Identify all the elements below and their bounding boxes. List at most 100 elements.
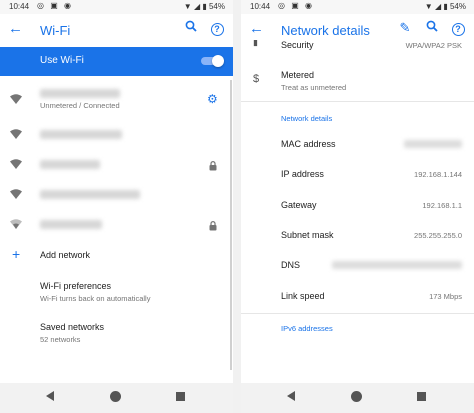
wifi-status-icon: ▼ (183, 2, 192, 11)
toggle-thumb (212, 55, 224, 67)
network-item[interactable] (0, 210, 233, 242)
wifi-signal-icon (10, 189, 22, 199)
panel-divider (233, 0, 241, 413)
link-speed-label: Link speed (281, 291, 325, 301)
search-icon[interactable] (423, 20, 441, 35)
nav-recents-icon[interactable] (417, 392, 426, 401)
nav-recents-icon[interactable] (176, 392, 185, 401)
mac-address-label: MAC address (281, 139, 336, 149)
saved-networks-item[interactable]: Saved networks 52 networks (40, 322, 104, 344)
link-speed-row: Link speed 173 Mbps (241, 286, 474, 306)
dollar-icon: $ (253, 73, 260, 85)
network-item[interactable] (0, 180, 233, 212)
wifi-signal-icon (10, 94, 22, 104)
lock-icon (209, 158, 217, 176)
status-time: 10:44 (250, 2, 271, 11)
nav-back-icon[interactable] (46, 391, 54, 401)
use-wifi-row[interactable]: Use Wi-Fi (0, 47, 233, 76)
network-details-screen: 10:44 ◎ ▣ ◉ ▼ ◢ ▮ 54% ← Network details … (241, 0, 474, 413)
notification-icons: ◎ ▣ ◉ (37, 1, 73, 10)
help-icon[interactable]: ? (208, 20, 226, 36)
back-arrow-icon[interactable]: ← (249, 20, 264, 37)
battery-icon: ▮ (202, 2, 207, 11)
gear-icon[interactable]: ⚙ (207, 92, 218, 106)
page-title: Wi-Fi (40, 23, 71, 38)
ip-address-label: IP address (281, 169, 324, 179)
status-bar: 10:44 ◎ ▣ ◉ ▼ ◢ ▮ 54% (241, 0, 474, 14)
lock-icon (209, 218, 217, 236)
scrollbar[interactable] (230, 80, 232, 370)
wifi-settings-screen: 10:44 ◎ ▣ ◉ ▼ ◢ ▮ 54% ← Wi-Fi ? Use Wi-F… (0, 0, 233, 413)
metered-subtitle: Treat as unmetered (281, 83, 347, 92)
subnet-mask-value: 255.255.255.0 (414, 231, 462, 240)
saved-networks-title: Saved networks (40, 322, 105, 332)
dns-row: DNS (241, 255, 474, 275)
nav-home-icon[interactable] (110, 391, 121, 402)
network-name-redacted (40, 190, 140, 199)
add-network-row[interactable]: + Add network (0, 246, 233, 266)
battery-icon: ▮ (443, 2, 448, 11)
use-wifi-label: Use Wi-Fi (40, 55, 84, 66)
section-ipv6-addresses: IPv6 addresses (281, 324, 333, 333)
section-network-details: Network details (281, 114, 333, 123)
network-name-redacted (40, 220, 102, 229)
dns-label: DNS (281, 260, 301, 270)
wifi-signal-icon (10, 159, 22, 169)
gateway-label: Gateway (281, 200, 317, 210)
wifi-preferences-subtitle: Wi-Fi turns back on automatically (40, 294, 151, 303)
navigation-bar (0, 383, 233, 413)
help-icon[interactable]: ? (449, 20, 467, 36)
status-time: 10:44 (9, 2, 30, 11)
saved-networks-subtitle: 52 networks (40, 335, 81, 344)
search-icon[interactable] (182, 20, 200, 35)
battery-level: 54% (208, 2, 225, 11)
status-right: ▼ ◢ ▮ 54% (184, 2, 225, 11)
wifi-signal-icon (10, 129, 22, 139)
link-speed-value: 173 Mbps (429, 292, 462, 301)
lock-icon: ▮ (253, 40, 258, 47)
add-network-label: Add network (40, 250, 91, 260)
status-right: ▼ ◢ ▮ 54% (425, 2, 466, 11)
security-label: Security (281, 40, 314, 50)
metered-label: Metered (281, 70, 315, 80)
subnet-mask-row: Subnet mask 255.255.255.0 (241, 225, 474, 245)
status-bar: 10:44 ◎ ▣ ◉ ▼ ◢ ▮ 54% (0, 0, 233, 14)
ip-address-value: 192.168.1.144 (414, 170, 462, 179)
mac-address-redacted (404, 140, 462, 148)
section-divider (241, 313, 474, 314)
app-bar: ← Wi-Fi ? (0, 14, 233, 47)
nav-home-icon[interactable] (351, 391, 362, 402)
network-name-redacted (40, 160, 100, 169)
network-name-redacted (40, 89, 120, 98)
gateway-value: 192.168.1.1 (422, 201, 462, 210)
dns-value-redacted (332, 261, 462, 269)
use-wifi-toggle[interactable] (201, 55, 224, 67)
wifi-preferences-item[interactable]: Wi-Fi preferences Wi-Fi turns back on au… (40, 281, 150, 303)
nav-back-icon[interactable] (287, 391, 295, 401)
network-item[interactable] (0, 150, 233, 182)
battery-level: 54% (449, 2, 466, 11)
mac-address-row: MAC address (241, 134, 474, 154)
ip-address-row: IP address 192.168.1.144 (241, 164, 474, 184)
security-row: ▮ Security WPA/WPA2 PSK (241, 40, 474, 52)
signal-icon: ◢ (434, 2, 442, 11)
security-value: WPA/WPA2 PSK (405, 41, 462, 50)
signal-icon: ◢ (193, 2, 201, 11)
section-divider (241, 101, 474, 102)
network-item[interactable] (0, 120, 233, 152)
back-arrow-icon[interactable]: ← (8, 20, 23, 37)
wifi-status-icon: ▼ (424, 2, 433, 11)
subnet-mask-label: Subnet mask (281, 230, 334, 240)
wifi-signal-icon (10, 219, 22, 229)
gateway-row: Gateway 192.168.1.1 (241, 195, 474, 215)
notification-icons: ◎ ▣ ◉ (278, 1, 314, 10)
metered-row[interactable]: $ Metered Treat as unmetered (241, 66, 474, 98)
network-status: Unmetered / Connected (40, 101, 120, 110)
edit-pencil-icon[interactable]: ✎ (396, 20, 414, 36)
navigation-bar (241, 383, 474, 413)
page-title: Network details (281, 23, 370, 38)
connected-network-item[interactable]: Unmetered / Connected ⚙ (0, 84, 233, 114)
plus-icon: + (12, 246, 21, 262)
network-name-redacted (40, 130, 122, 139)
wifi-preferences-title: Wi-Fi preferences (40, 281, 112, 291)
